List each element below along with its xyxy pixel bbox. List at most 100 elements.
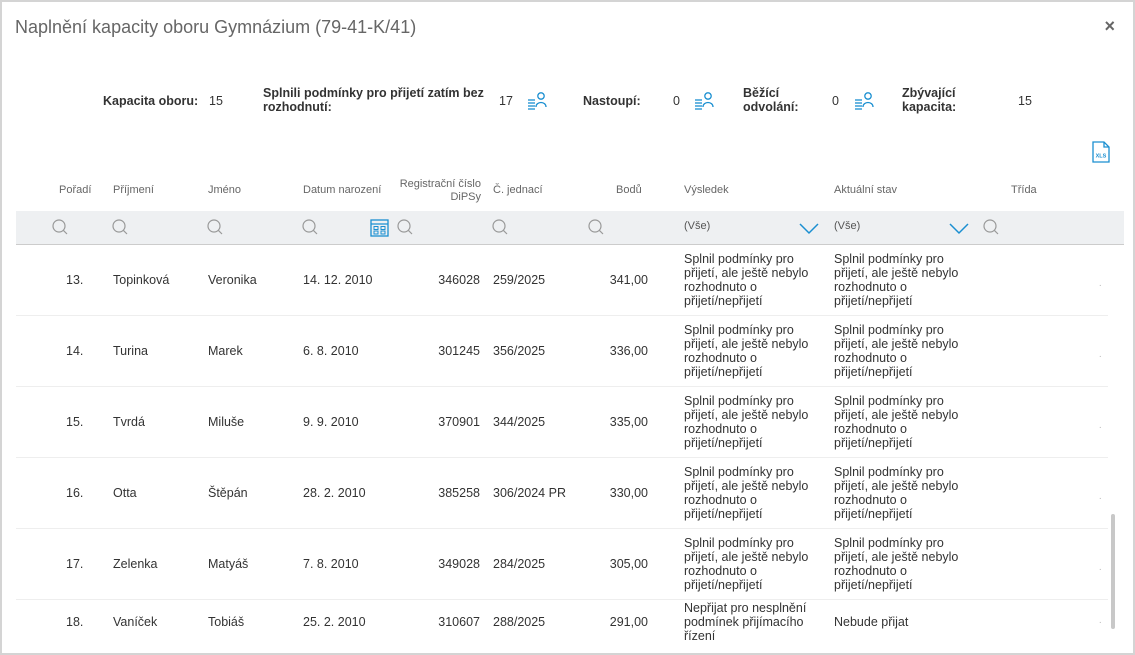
search-icon[interactable]: [982, 218, 1000, 236]
people-list-icon[interactable]: [693, 90, 715, 112]
people-list-icon[interactable]: [526, 90, 548, 112]
cell-points: 330,00: [609, 486, 648, 500]
cell-reg: 310607: [438, 615, 480, 629]
filter-row: (Vše) (Vše): [16, 211, 1124, 245]
column-header-reg-line-2: DiPSy: [450, 191, 481, 203]
remaining-label-line-2: kapacita:: [902, 100, 957, 114]
cell-surname: Vaníček: [113, 615, 158, 629]
cell-points: 336,00: [609, 344, 648, 358]
cell-state: Splnil podmínky pro přijetí, ale ještě n…: [834, 536, 959, 592]
table-header: Pořadí Příjmení Jméno Datum narození Reg…: [16, 174, 1124, 210]
cell-order: 14.: [66, 344, 84, 358]
search-icon[interactable]: [587, 218, 605, 236]
column-header-order[interactable]: Pořadí: [59, 184, 91, 197]
cell-reg: 346028: [438, 273, 480, 287]
cell-result: Splnil podmínky pro přijetí, ale ještě n…: [684, 536, 809, 592]
search-icon[interactable]: [51, 218, 69, 236]
cell-birth: 28. 2. 2010: [303, 486, 366, 500]
cell-class: ·: [1098, 422, 1102, 433]
table-body: 13. Topinková Veronika 14. 12. 2010 3460…: [16, 245, 1124, 648]
cell-name: Marek: [208, 344, 243, 358]
state-filter-select[interactable]: (Vše): [834, 220, 974, 240]
capacity-summary: Kapacita oboru: 15 Splnili podmínky pro …: [2, 86, 1133, 118]
cell-surname: Otta: [113, 486, 137, 500]
table-row[interactable]: 13. Topinková Veronika 14. 12. 2010 3460…: [16, 245, 1108, 316]
cell-result: Splnil podmínky pro přijetí, ale ještě n…: [684, 465, 809, 521]
search-icon[interactable]: [301, 218, 319, 236]
close-icon[interactable]: ×: [1104, 16, 1115, 37]
table-row[interactable]: 14. Turina Marek 6. 8. 2010 301245 356/2…: [16, 316, 1108, 387]
cell-class: ·: [1098, 493, 1102, 504]
cell-state: Splnil podmínky pro přijetí, ale ještě n…: [834, 394, 959, 450]
start-label: Nastoupí:: [583, 94, 641, 108]
cell-result: Splnil podmínky pro přijetí, ale ještě n…: [684, 323, 809, 379]
capacity-label: Kapacita oboru:: [103, 94, 199, 108]
cell-order: 18.: [66, 615, 84, 629]
cell-state: Splnil podmínky pro přijetí, ale ještě n…: [834, 323, 959, 379]
cell-order: 15.: [66, 415, 84, 429]
appeals-label-line-1: Běžící: [743, 86, 780, 100]
state-filter-value: (Vše): [834, 220, 861, 232]
cell-ref: 306/2024 PR: [493, 486, 566, 500]
cell-reg: 370901: [438, 415, 480, 429]
cell-name: Miluše: [208, 415, 245, 429]
cell-surname: Topinková: [113, 273, 170, 287]
cell-class: ·: [1098, 564, 1102, 575]
search-icon[interactable]: [206, 218, 224, 236]
cell-ref: 284/2025: [493, 557, 546, 571]
cell-birth: 6. 8. 2010: [303, 344, 359, 358]
cell-class: ·: [1098, 351, 1102, 362]
cell-birth: 9. 9. 2010: [303, 415, 359, 429]
dialog-title: Naplnění kapacity oboru Gymnázium (79-41…: [15, 17, 417, 37]
cell-birth: 14. 12. 2010: [303, 273, 373, 287]
search-icon[interactable]: [111, 218, 129, 236]
cell-points: 291,00: [609, 615, 648, 629]
cell-reg: 385258: [438, 486, 480, 500]
search-icon[interactable]: [491, 218, 509, 236]
cell-name: Matyáš: [208, 557, 249, 571]
cell-points: 341,00: [609, 273, 648, 287]
cell-state: Splnil podmínky pro přijetí, ale ještě n…: [834, 252, 959, 308]
column-header-birth[interactable]: Datum narození: [303, 184, 381, 197]
column-header-reg[interactable]: Registrační číslo DiPSy: [397, 178, 481, 204]
table-row[interactable]: 16. Otta Štěpán 28. 2. 2010 385258 306/2…: [16, 458, 1108, 529]
column-header-state[interactable]: Aktuální stav: [834, 184, 897, 197]
fulfilled-label: Splnili podmínky pro přijetí zatím bez r…: [263, 86, 484, 114]
table-row[interactable]: 18. Vaníček Tobiáš 25. 2. 2010 310607 28…: [16, 600, 1108, 648]
table-row[interactable]: 17. Zelenka Matyáš 7. 8. 2010 349028 284…: [16, 529, 1108, 600]
cell-birth: 25. 2. 2010: [303, 615, 366, 629]
cell-name: Štěpán: [208, 486, 248, 500]
cell-order: 17.: [66, 557, 84, 571]
cell-result: Splnil podmínky pro přijetí, ale ještě n…: [684, 252, 809, 308]
remaining-label-line-1: Zbývající: [902, 86, 956, 100]
cell-ref: 344/2025: [493, 415, 546, 429]
cell-ref: 259/2025: [493, 273, 546, 287]
appeals-label: Běžící odvolání:: [743, 86, 799, 114]
cell-points: 335,00: [609, 415, 648, 429]
xls-export-icon[interactable]: XLS: [1091, 141, 1111, 163]
column-header-class[interactable]: Třída: [1011, 184, 1037, 197]
calendar-icon[interactable]: [370, 217, 389, 237]
cell-ref: 288/2025: [493, 615, 546, 629]
table-row[interactable]: 15. Tvrdá Miluše 9. 9. 2010 370901 344/2…: [16, 387, 1108, 458]
capacity-value: 15: [209, 94, 223, 108]
capacity-dialog: Naplnění kapacity oboru Gymnázium (79-41…: [0, 0, 1135, 655]
column-header-result[interactable]: Výsledek: [684, 184, 729, 197]
chevron-down-icon: [799, 223, 819, 235]
search-icon[interactable]: [396, 218, 414, 236]
column-header-name[interactable]: Jméno: [208, 184, 241, 197]
cell-name: Tobiáš: [208, 615, 245, 629]
vertical-scrollbar[interactable]: [1111, 514, 1115, 629]
column-header-surname[interactable]: Příjmení: [113, 184, 154, 197]
appeals-value: 0: [832, 94, 839, 108]
cell-surname: Turina: [113, 344, 148, 358]
cell-order: 16.: [66, 486, 84, 500]
column-header-points[interactable]: Bodů: [616, 184, 642, 197]
cell-result: Nepřijat pro nesplnění podmínek přijímac…: [684, 601, 807, 643]
column-header-ref[interactable]: Č. jednací: [493, 184, 543, 197]
result-filter-select[interactable]: (Vše): [684, 220, 824, 240]
cell-surname: Tvrdá: [113, 415, 145, 429]
svg-text:XLS: XLS: [1096, 154, 1107, 160]
column-header-reg-line-1: Registrační číslo: [399, 178, 481, 190]
people-list-icon[interactable]: [853, 90, 875, 112]
